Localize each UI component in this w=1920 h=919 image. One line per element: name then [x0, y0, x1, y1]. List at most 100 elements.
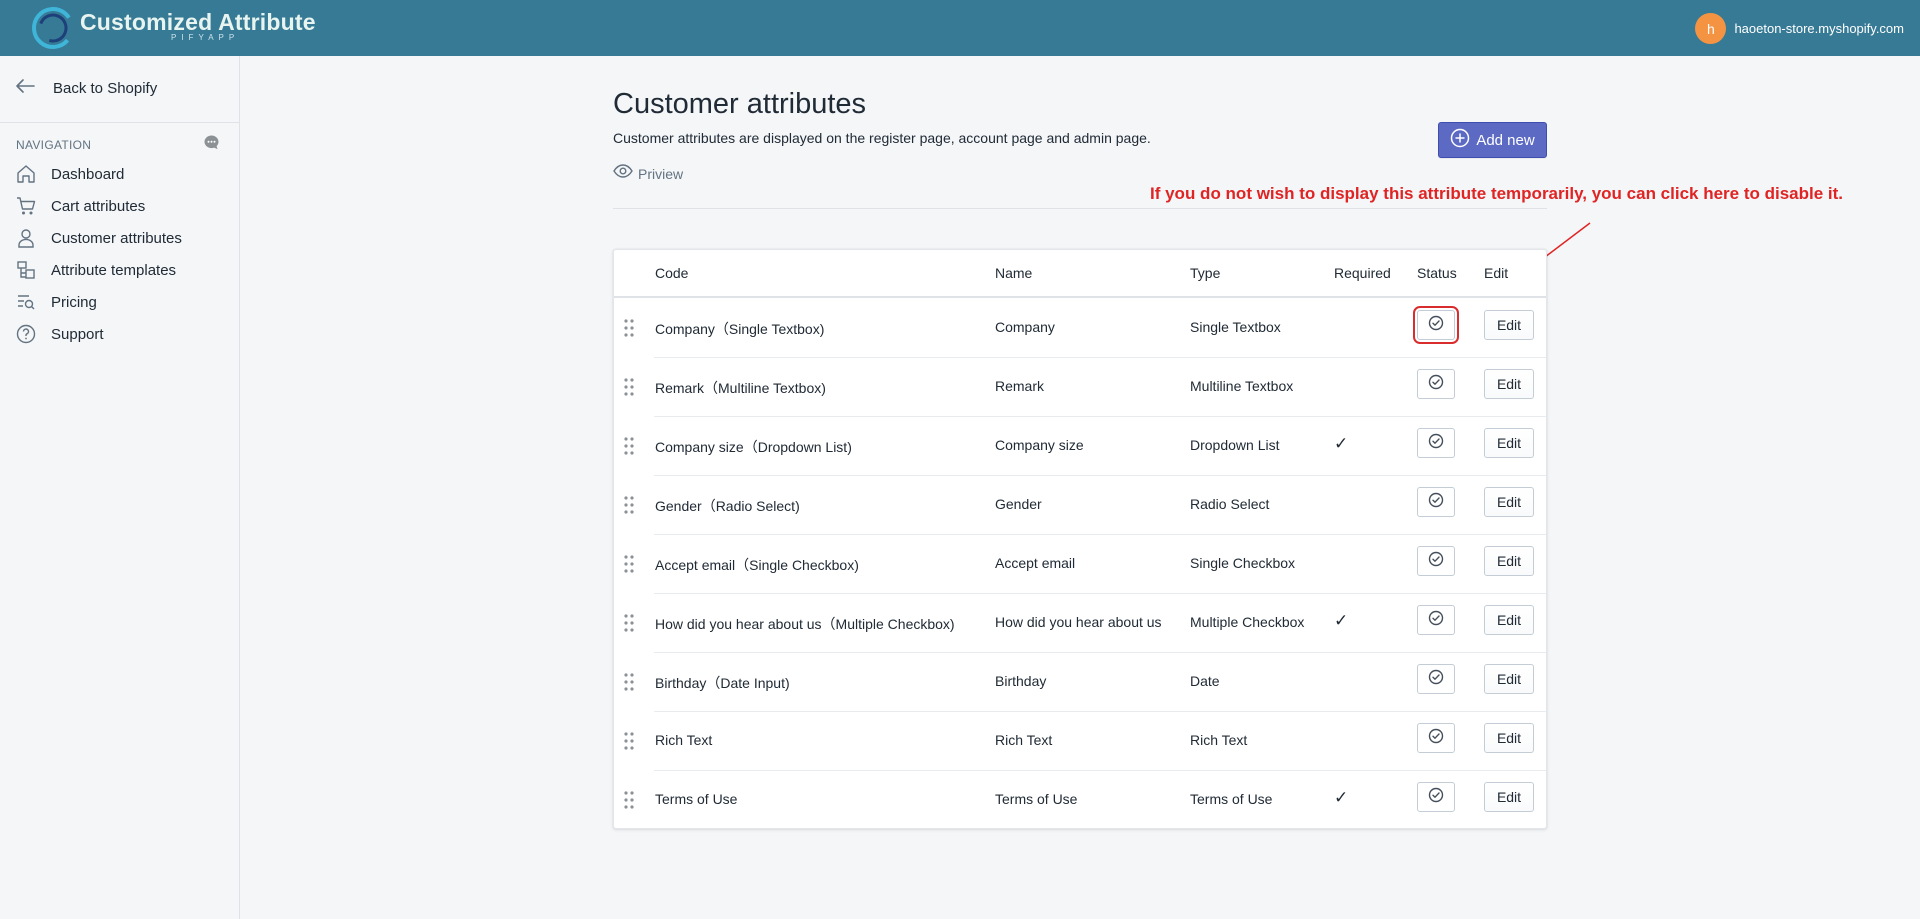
cell-code: Remark（Multiline Textbox): [655, 380, 826, 396]
nav-list: Dashboard Cart attributes Customer attri…: [15, 158, 235, 350]
cart-icon: [15, 195, 37, 217]
drag-handle-icon[interactable]: [624, 614, 634, 632]
table-row: Accept email（Single Checkbox) Accept ema…: [614, 535, 1546, 594]
edit-button[interactable]: Edit: [1484, 428, 1534, 458]
status-toggle-button[interactable]: [1417, 605, 1455, 635]
sidebar-item-cart-attributes[interactable]: Cart attributes: [15, 190, 235, 222]
cell-code: How did you hear about us（Multiple Check…: [655, 616, 955, 632]
drag-handle-icon[interactable]: [624, 496, 634, 514]
cell-name: Rich Text: [995, 732, 1053, 748]
table-row: Gender（Radio Select) Gender Radio Select…: [614, 476, 1546, 535]
column-header-code: Code: [655, 265, 689, 281]
page-title: Customer attributes: [613, 88, 867, 120]
status-toggle-button[interactable]: [1417, 487, 1455, 517]
drag-handle-icon[interactable]: [624, 791, 634, 809]
sidebar-item-label: Cart attributes: [51, 197, 146, 215]
cell-type: Terms of Use: [1190, 791, 1273, 807]
edit-button[interactable]: Edit: [1484, 605, 1534, 635]
arrow-left-icon: [15, 78, 35, 99]
drag-handle-icon[interactable]: [624, 378, 634, 396]
cell-name: Gender: [995, 496, 1042, 512]
check-circle-icon: [1428, 551, 1444, 572]
avatar: h: [1695, 13, 1727, 44]
back-to-shopify-link[interactable]: Back to Shopify: [15, 78, 157, 99]
sidebar-item-label: Attribute templates: [51, 261, 177, 279]
status-toggle-button[interactable]: [1417, 428, 1455, 458]
add-new-button[interactable]: Add new: [1438, 122, 1547, 158]
check-circle-icon: [1428, 492, 1444, 513]
check-circle-icon: [1428, 374, 1444, 395]
templates-icon: [15, 259, 37, 281]
sidebar-item-customer-attributes[interactable]: Customer attributes: [15, 222, 235, 254]
required-check: ✓: [1334, 788, 1349, 807]
cell-type: Dropdown List: [1190, 437, 1280, 453]
sidebar-item-label: Customer attributes: [51, 229, 182, 247]
table-row: Rich Text Rich Text Rich Text Edit: [614, 712, 1546, 771]
cell-name: How did you hear about us: [995, 614, 1162, 630]
edit-button[interactable]: Edit: [1484, 546, 1534, 576]
cell-type: Radio Select: [1190, 496, 1270, 512]
cell-name: Remark: [995, 378, 1045, 394]
edit-button[interactable]: Edit: [1484, 782, 1534, 812]
home-icon: [15, 163, 37, 185]
chat-icon[interactable]: [203, 134, 220, 156]
preview-label: Priview: [638, 165, 684, 182]
sidebar-item-dashboard[interactable]: Dashboard: [15, 158, 235, 190]
drag-handle-icon[interactable]: [624, 319, 634, 337]
store-menu[interactable]: h haoeton-store.myshopify.com: [1695, 13, 1904, 44]
sidebar: Back to Shopify NAVIGATION Dashboard Car…: [0, 56, 240, 919]
check-circle-icon: [1428, 787, 1444, 808]
drag-handle-icon[interactable]: [624, 732, 634, 750]
cell-code: Gender（Radio Select): [655, 498, 800, 514]
app-subtitle: PIFYAPP: [171, 33, 240, 42]
table-row: Birthday（Date Input) Birthday Date Edit: [614, 653, 1546, 712]
drag-handle-icon[interactable]: [624, 437, 634, 455]
sidebar-divider: [0, 122, 240, 123]
cell-code: Accept email（Single Checkbox): [655, 557, 859, 573]
status-toggle-button[interactable]: [1417, 782, 1455, 812]
add-new-label: Add new: [1476, 131, 1535, 149]
edit-button[interactable]: Edit: [1484, 310, 1534, 340]
top-bar: Customized Attribute PIFYAPP h haoeton-s…: [0, 0, 1920, 56]
check-circle-icon: [1428, 669, 1444, 690]
sidebar-item-pricing[interactable]: Pricing: [15, 286, 235, 318]
help-icon: [15, 323, 37, 345]
sidebar-item-attribute-templates[interactable]: Attribute templates: [15, 254, 235, 286]
column-header-name: Name: [995, 265, 1033, 281]
status-toggle-button[interactable]: [1417, 369, 1455, 399]
check-circle-icon: [1428, 610, 1444, 631]
table-row: Remark（Multiline Textbox) Remark Multili…: [614, 358, 1546, 417]
drag-handle-icon[interactable]: [624, 673, 634, 691]
drag-handle-icon[interactable]: [624, 555, 634, 573]
page-description: Customer attributes are displayed on the…: [613, 130, 1151, 146]
sidebar-item-label: Dashboard: [51, 165, 125, 183]
status-toggle-button[interactable]: [1417, 664, 1455, 694]
check-circle-icon: [1428, 315, 1444, 336]
column-header-edit: Edit: [1484, 265, 1509, 281]
cell-name: Company: [995, 319, 1055, 335]
preview-link[interactable]: Priview: [613, 164, 683, 183]
edit-button[interactable]: Edit: [1484, 369, 1534, 399]
eye-icon: [613, 164, 633, 183]
customer-icon: [15, 227, 37, 249]
back-label: Back to Shopify: [53, 80, 158, 97]
cell-type: Date: [1190, 673, 1220, 689]
cell-type: Single Checkbox: [1190, 555, 1296, 571]
status-toggle-button[interactable]: [1413, 306, 1459, 344]
edit-button[interactable]: Edit: [1484, 664, 1534, 694]
annotation-note: If you do not wish to display this attri…: [1150, 184, 1844, 203]
store-name: haoeton-store.myshopify.com: [1734, 21, 1904, 36]
table-row: Terms of Use Terms of Use Terms of Use ✓…: [614, 771, 1546, 830]
cell-code: Birthday（Date Input): [655, 675, 790, 691]
edit-button[interactable]: Edit: [1484, 487, 1534, 517]
status-toggle-button[interactable]: [1417, 546, 1455, 576]
check-circle-icon: [1428, 728, 1444, 749]
table-row: How did you hear about us（Multiple Check…: [614, 594, 1546, 653]
edit-button[interactable]: Edit: [1484, 723, 1534, 753]
attributes-table: Code Name Type Required Status Edit Comp…: [613, 249, 1547, 829]
status-toggle-button[interactable]: [1417, 723, 1455, 753]
sidebar-item-support[interactable]: Support: [15, 318, 235, 350]
table-header: Code Name Type Required Status Edit: [614, 250, 1546, 298]
cell-name: Terms of Use: [995, 791, 1078, 807]
table-row: Company（Single Textbox) Company Single T…: [614, 299, 1546, 358]
